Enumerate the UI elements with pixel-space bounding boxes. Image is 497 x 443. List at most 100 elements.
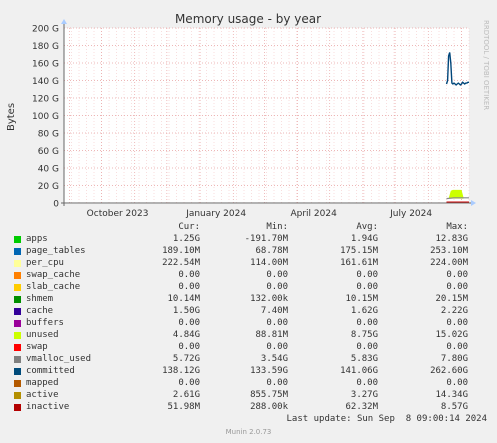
legend-min: 0.00 [266, 342, 288, 352]
y-tick-label: 140 G [32, 77, 59, 87]
legend-avg: 10.15M [345, 294, 378, 304]
legend-row: committed 138.12G 133.59G 141.06G 262.60G [12, 366, 492, 378]
legend-series-name: swap_cache [26, 270, 81, 280]
header-min: Min: [266, 222, 288, 232]
legend-swatch [14, 332, 21, 339]
y-tick-label: 160 G [32, 60, 59, 70]
legend-row: swap 0.00 0.00 0.00 0.00 [12, 342, 492, 354]
legend-avg: 0.00 [356, 342, 378, 352]
legend-row: buffers 0.00 0.00 0.00 0.00 [12, 318, 492, 330]
legend-series-name: page_tables [26, 246, 86, 256]
legend-swatch [14, 260, 21, 267]
legend-max: 224.00M [430, 258, 468, 268]
legend-series-name: slab_cache [26, 282, 81, 292]
y-tick-labels: 200 G 180 G 160 G 140 G 120 G 100 G 80 G 60 G 40… [32, 25, 59, 210]
legend-min: 855.75M [250, 390, 288, 400]
legend-series-name: mapped [26, 378, 59, 388]
legend: Cur: Min: Avg: Max: apps 1.25G -191.70M 1.9… [12, 222, 492, 414]
legend-cur: 4.84G [172, 330, 200, 340]
legend-row: apps 1.25G -191.70M 1.94G 12.83G [12, 234, 492, 246]
legend-swatch [14, 272, 21, 279]
legend-swatch [14, 248, 21, 255]
legend-max: 262.60G [430, 366, 468, 376]
legend-row: per_cpu 222.54M 114.00M 161.61M 224.00M [12, 258, 492, 270]
legend-max: 253.10M [430, 246, 468, 256]
legend-avg: 1.94G [350, 234, 378, 244]
legend-min: 88.81M [255, 330, 288, 340]
legend-max: 0.00 [446, 318, 468, 328]
legend-series-name: per_cpu [26, 258, 64, 268]
legend-avg: 8.75G [350, 330, 378, 340]
legend-avg: 141.06G [340, 366, 378, 376]
legend-cur: 10.14M [167, 294, 200, 304]
legend-min: 68.78M [255, 246, 288, 256]
y-tick-label: 20 G [38, 182, 59, 192]
legend-swatch [14, 404, 21, 411]
legend-avg: 5.83G [350, 354, 378, 364]
legend-min: 114.00M [250, 258, 288, 268]
legend-max: 2.22G [440, 306, 468, 316]
legend-cur: 0.00 [178, 270, 200, 280]
legend-cur: 138.12G [162, 366, 200, 376]
legend-max: 7.80G [440, 354, 468, 364]
legend-cur: 0.00 [178, 378, 200, 388]
legend-avg: 62.32M [345, 402, 378, 412]
legend-min: -191.70M [244, 234, 288, 244]
legend-max: 0.00 [446, 378, 468, 388]
y-tick-label: 120 G [32, 95, 59, 105]
legend-swatch [14, 284, 21, 291]
legend-cur: 2.61G [172, 390, 200, 400]
legend-min: 7.40M [260, 306, 288, 316]
legend-series-name: committed [26, 366, 75, 376]
legend-series-name: active [26, 390, 59, 400]
legend-max: 0.00 [446, 270, 468, 280]
legend-series-name: swap [26, 342, 48, 352]
legend-header: Cur: Min: Avg: Max: [12, 222, 492, 234]
legend-row: shmem 10.14M 132.00k 10.15M 20.15M [12, 294, 492, 306]
legend-cur: 0.00 [178, 318, 200, 328]
legend-avg: 3.27G [350, 390, 378, 400]
header-avg: Avg: [356, 222, 378, 232]
legend-min: 132.00k [250, 294, 288, 304]
legend-max: 15.02G [435, 330, 468, 340]
x-tick-label: April 2024 [290, 209, 337, 219]
legend-max: 20.15M [435, 294, 468, 304]
legend-swatch [14, 320, 21, 327]
legend-cur: 0.00 [178, 282, 200, 292]
legend-min: 0.00 [266, 270, 288, 280]
legend-row: active 2.61G 855.75M 3.27G 14.34G [12, 390, 492, 402]
legend-cur: 222.54M [162, 258, 200, 268]
legend-avg: 0.00 [356, 270, 378, 280]
chart-title: Memory usage - by year [175, 12, 321, 26]
legend-swatch [14, 392, 21, 399]
header-max: Max: [446, 222, 468, 232]
legend-avg: 175.15M [340, 246, 378, 256]
x-axis-arrow-icon [471, 200, 476, 206]
legend-avg: 0.00 [356, 282, 378, 292]
legend-max: 14.34G [435, 390, 468, 400]
legend-row: vmalloc_used 5.72G 3.54G 5.83G 7.80G [12, 354, 492, 366]
y-axis-label: Bytes [6, 103, 17, 131]
legend-swatch [14, 236, 21, 243]
y-tick-label: 0 [53, 200, 59, 210]
legend-row: page_tables 189.10M 68.78M 175.15M 253.10M [12, 246, 492, 258]
legend-min: 0.00 [266, 282, 288, 292]
legend-cur: 1.25G [172, 234, 200, 244]
legend-series-name: cache [26, 306, 54, 316]
legend-row: inactive 51.98M 288.00k 62.32M 8.57G [12, 402, 492, 414]
legend-series-name: inactive [26, 402, 70, 412]
munin-version: Munin 2.0.73 [225, 428, 272, 436]
legend-swatch [14, 296, 21, 303]
legend-row: cache 1.50G 7.40M 1.62G 2.22G [12, 306, 492, 318]
legend-max: 0.00 [446, 282, 468, 292]
y-tick-label: 100 G [32, 112, 59, 122]
legend-swatch [14, 368, 21, 375]
legend-min: 288.00k [250, 402, 288, 412]
legend-row: unused 4.84G 88.81M 8.75G 15.02G [12, 330, 492, 342]
legend-min: 0.00 [266, 318, 288, 328]
legend-cur: 189.10M [162, 246, 200, 256]
legend-cur: 0.00 [178, 342, 200, 352]
y-tick-label: 200 G [32, 25, 59, 35]
legend-max: 12.83G [435, 234, 468, 244]
legend-series-name: unused [26, 330, 59, 340]
